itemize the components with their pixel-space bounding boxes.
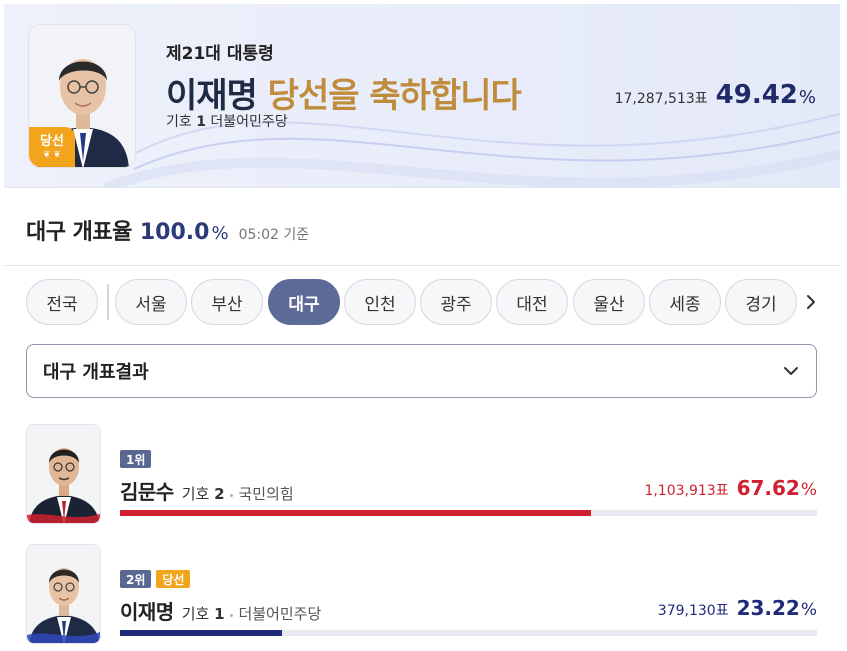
tab-sejong[interactable]: 세종 (649, 279, 721, 325)
candidate-vote-percent: 23.22 (736, 596, 800, 620)
chevron-right-icon (807, 295, 815, 309)
tab-gwangju[interactable]: 광주 (420, 279, 492, 325)
banner-congrats-text: 당선을 축하합니다 (256, 76, 522, 116)
banner-vote-count: 17,287,513표 (614, 91, 708, 107)
candidate-number: 기호 2 (182, 483, 225, 504)
dot-separator: • (228, 491, 235, 502)
candidate-row: 2위 당선 이재명 기호 1 • 더불어민주당 379,130표 23.22 % (26, 544, 817, 644)
candidate-number-label: 기호 (181, 605, 210, 623)
dropdown-label: 대구 개표결과 (43, 362, 149, 383)
candidate-votes: 1,103,913표 67.62 % (644, 476, 817, 500)
tab-incheon[interactable]: 인천 (344, 279, 416, 325)
candidate-number: 기호 1 (182, 603, 225, 624)
count-rate-time: 05:02 기준 (238, 227, 310, 243)
elected-badge-label: 당선 (40, 133, 64, 149)
banner-candidate-meta: 기호 1 더불어민주당 (166, 111, 288, 131)
candidate-portrait-icon (27, 545, 100, 643)
candidate-party: 국민의힘 (238, 485, 294, 503)
elected-badge: 당선 ❦ ❦ (29, 127, 75, 167)
candidate-portrait-icon (27, 425, 100, 523)
candidate-number-label: 기호 (181, 485, 210, 503)
banner-subtitle: 제21대 대통령 (166, 44, 274, 64)
rank-badge: 2위 (120, 570, 152, 588)
section-divider (4, 265, 840, 266)
count-rate-percent-sign: % (211, 223, 229, 244)
chevron-down-icon (784, 367, 798, 375)
tab-daejeon[interactable]: 대전 (496, 279, 568, 325)
candidate-number-value: 1 (214, 605, 225, 623)
candidate-vote-percent: 67.62 (736, 476, 800, 500)
vote-share-bar (120, 510, 817, 516)
tab-busan[interactable]: 부산 (191, 279, 263, 325)
candidate-percent-sign: % (800, 480, 817, 500)
rank-badge: 1위 (120, 450, 152, 468)
winner-photo: 당선 ❦ ❦ (28, 24, 136, 168)
rank-badges: 2위 당선 (120, 570, 191, 588)
candidate-number-value: 2 (214, 485, 225, 503)
candidate-vote-count: 1,103,913표 (644, 483, 729, 499)
candidate-votes: 379,130표 23.22 % (658, 596, 817, 620)
vote-share-bar (120, 630, 817, 636)
laurel-icon: ❦ ❦ (43, 149, 61, 160)
rank-badges: 1위 (120, 450, 152, 468)
tabs-next-button[interactable] (798, 289, 824, 315)
banner-title: 이재명 당선을 축하합니다 (166, 68, 522, 117)
candidate-vote-count: 379,130표 (657, 603, 729, 619)
candidate-row: 1위 김문수 기호 2 • 국민의힘 1,103,913표 67.62 % (26, 424, 817, 524)
banner-vote-total: 17,287,513표 49.42 % (615, 80, 816, 110)
tab-daegu[interactable]: 대구 (268, 279, 340, 325)
results-region-dropdown[interactable]: 대구 개표결과 (26, 344, 817, 398)
tab-gyeonggi[interactable]: 경기 (725, 279, 797, 325)
tab-separator (107, 284, 109, 320)
region-tabs: 전국 서울 부산 대구 인천 광주 대전 울산 세종 경기 (26, 279, 806, 325)
candidate-name: 이재명 (120, 600, 174, 624)
count-rate-title: 대구 개표율 (26, 220, 132, 245)
banner-vote-percent: 49.42 (715, 80, 798, 110)
vote-share-bar-fill (120, 630, 282, 636)
vote-share-bar-fill (120, 510, 592, 516)
candidate-info: 이재명 기호 1 • 더불어민주당 (120, 596, 321, 625)
dot-separator: • (228, 611, 235, 622)
banner-party: 더불어민주당 (210, 114, 288, 130)
banner-number: 1 (196, 114, 206, 130)
elected-tag: 당선 (156, 570, 191, 588)
banner-percent-sign: % (798, 87, 816, 108)
tab-ulsan[interactable]: 울산 (573, 279, 645, 325)
count-rate-value: 100.0 (139, 220, 210, 245)
candidate-photo (26, 424, 101, 524)
winner-banner: 당선 ❦ ❦ 제21대 대통령 이재명 당선을 축하합니다 기호 1 더불어민주… (4, 4, 840, 188)
tab-seoul[interactable]: 서울 (115, 279, 187, 325)
banner-winner-name: 이재명 (166, 76, 258, 116)
count-rate: 대구 개표율 100.0 % 05:02 기준 (26, 214, 309, 246)
candidate-percent-sign: % (800, 600, 817, 620)
candidate-photo (26, 544, 101, 644)
banner-number-label: 기호 (166, 114, 192, 130)
candidate-info: 김문수 기호 2 • 국민의힘 (120, 476, 294, 505)
candidate-party: 더불어민주당 (238, 605, 322, 623)
candidate-name: 김문수 (120, 480, 174, 504)
tab-nationwide[interactable]: 전국 (26, 279, 98, 325)
